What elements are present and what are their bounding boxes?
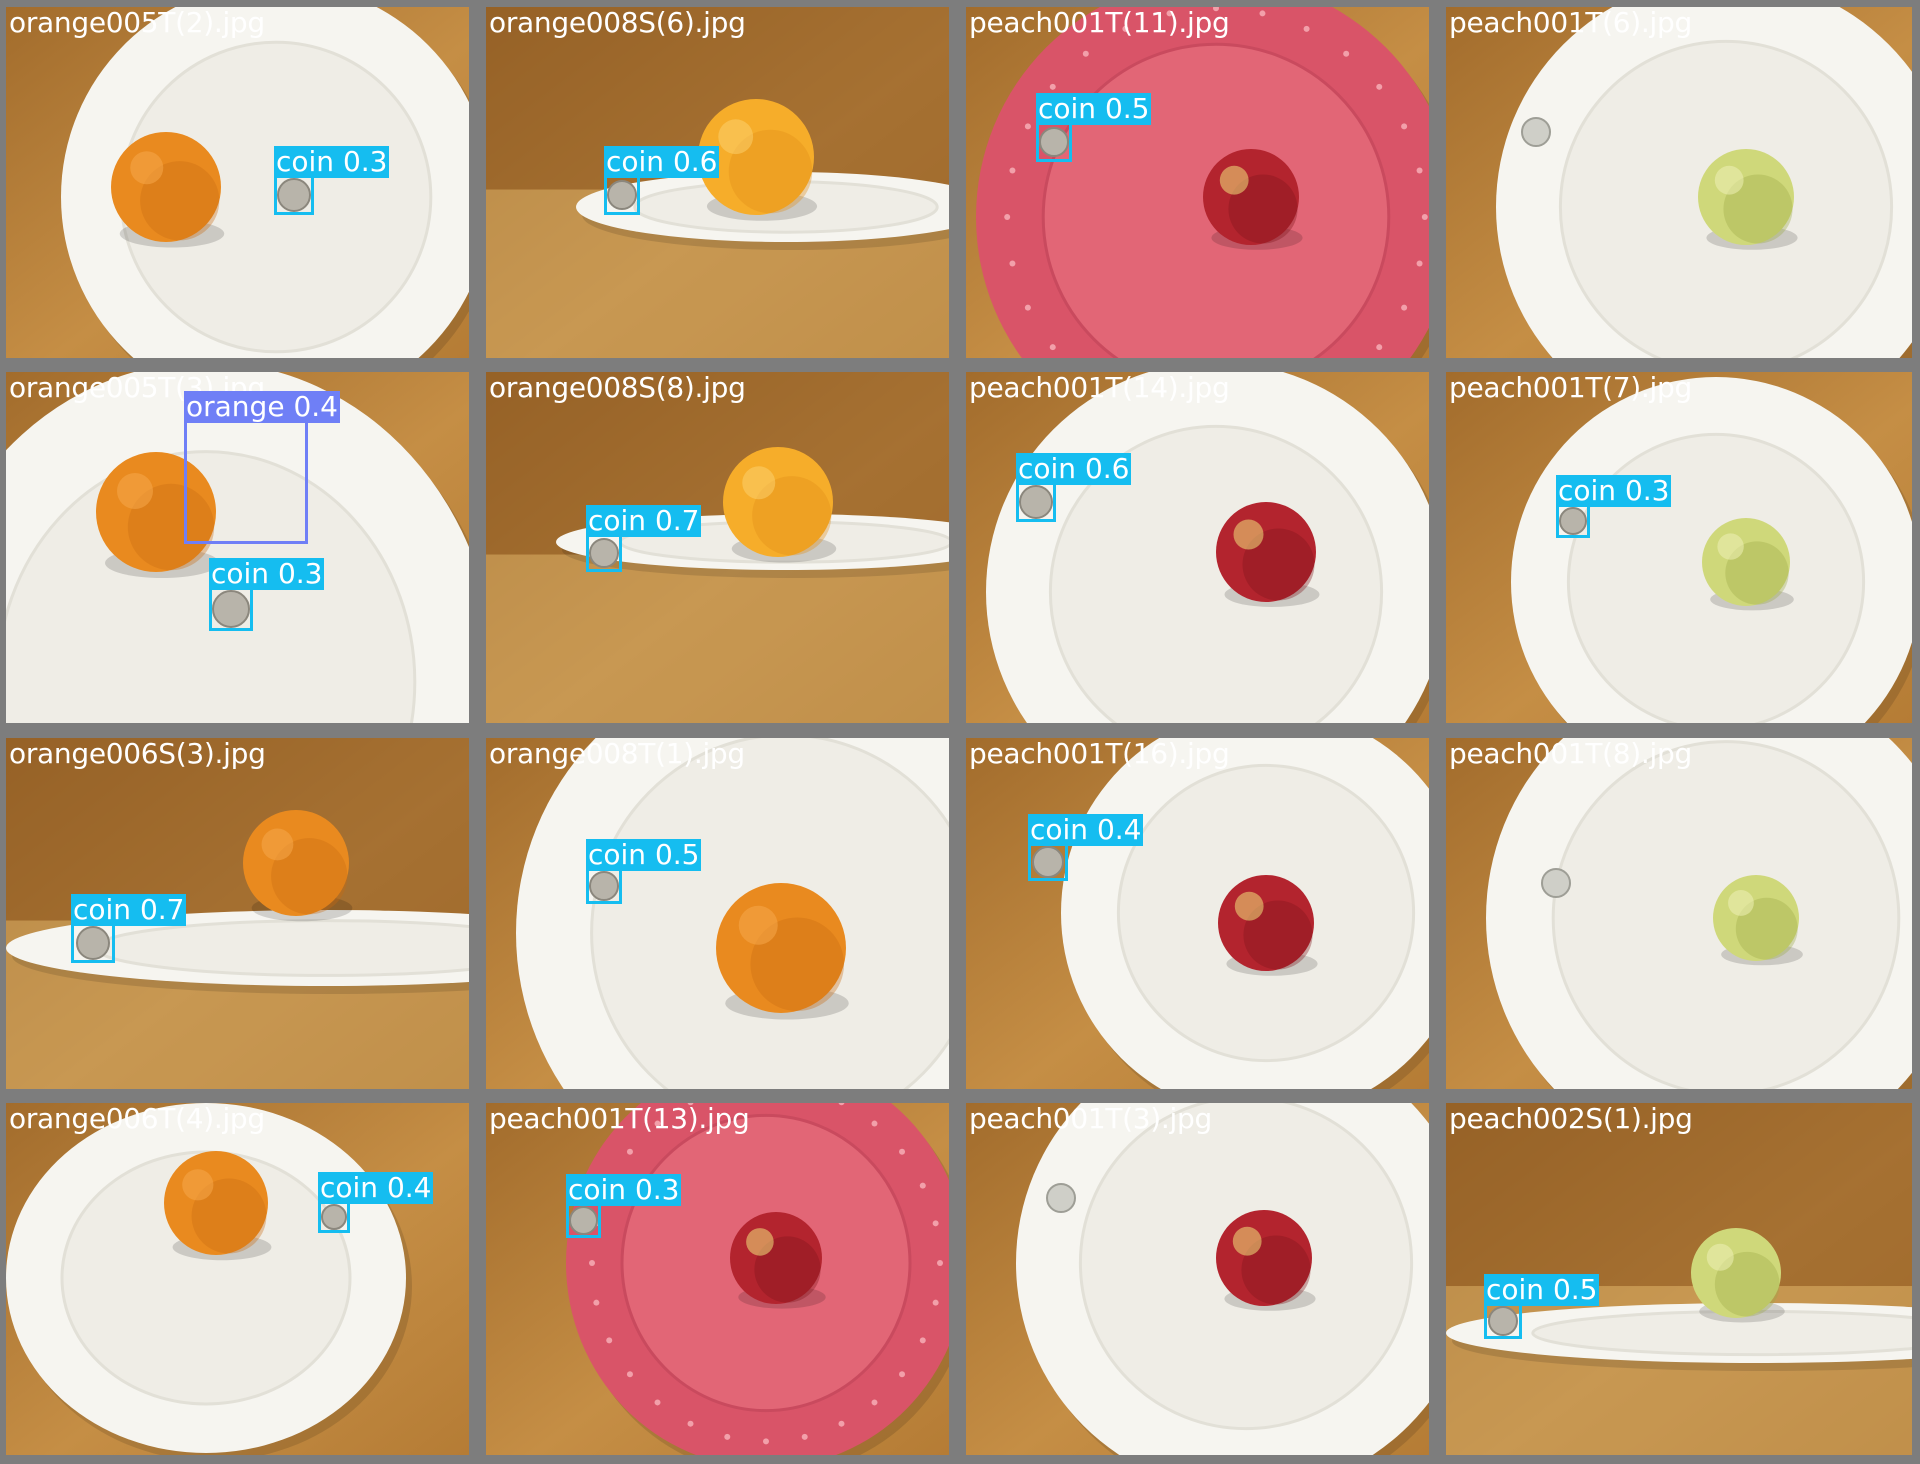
image-tile: peach001T(6).jpg	[1446, 7, 1912, 358]
coin-detection-box: coin 0.3	[209, 558, 325, 631]
detection-label: coin 0.5	[1484, 1273, 1600, 1306]
detection-label: orange 0.4	[184, 390, 340, 423]
coin	[1521, 117, 1551, 147]
photo-scene	[486, 372, 949, 723]
detection-label: coin 0.3	[209, 557, 325, 590]
image-tile: orange008T(1).jpg coin 0.5	[486, 738, 949, 1089]
coin-detection-box: coin 0.4	[1028, 814, 1144, 881]
detection-label: coin 0.3	[274, 145, 390, 178]
orange-detection-box: orange 0.4	[184, 391, 340, 544]
image-filename: peach001T(14).jpg	[969, 372, 1230, 404]
detection-label: coin 0.7	[586, 504, 702, 537]
detection-label: coin 0.6	[604, 145, 720, 178]
image-filename: orange006S(3).jpg	[9, 738, 266, 770]
detection-grid: orange005T(2).jpg coin 0.3 orange008S(6).j…	[0, 0, 1920, 1464]
photo-scene	[1446, 738, 1912, 1089]
coin-detection-box: coin 0.6	[604, 146, 720, 215]
coin-detection-box: coin 0.5	[586, 839, 702, 904]
coin	[1541, 868, 1571, 898]
image-tile: peach001T(13).jpg coin 0.3	[486, 1103, 949, 1455]
image-filename: peach001T(11).jpg	[969, 7, 1230, 39]
detection-label: coin 0.7	[71, 893, 187, 926]
photo-scene	[966, 1103, 1429, 1455]
image-filename: orange005T(2).jpg	[9, 7, 265, 39]
image-filename: orange006T(4).jpg	[9, 1103, 265, 1135]
photo-scene	[486, 7, 949, 358]
image-filename: orange008T(1).jpg	[489, 738, 745, 770]
image-tile: orange006S(3).jpg coin 0.7	[6, 738, 469, 1089]
image-filename: peach001T(8).jpg	[1449, 738, 1692, 770]
image-tile: orange005T(3).jpg orange 0.4 coin 0.3	[6, 372, 469, 723]
photo-scene	[6, 7, 469, 358]
photo-scene	[1446, 372, 1912, 723]
image-filename: peach001T(7).jpg	[1449, 372, 1692, 404]
photo-scene	[1446, 7, 1912, 358]
image-tile: orange006T(4).jpg coin 0.4	[6, 1103, 469, 1455]
image-tile: peach001T(11).jpg coin 0.5	[966, 7, 1429, 358]
plate-center	[94, 919, 469, 977]
image-tile: orange008S(8).jpg coin 0.7	[486, 372, 949, 723]
detection-label: coin 0.4	[1028, 813, 1144, 846]
photo-scene	[966, 7, 1429, 358]
shelf-floor	[486, 554, 949, 723]
coin-detection-box: coin 0.7	[71, 894, 187, 963]
coin-detection-box: coin 0.3	[1556, 475, 1672, 538]
coin-detection-box: coin 0.4	[318, 1172, 434, 1233]
image-filename: peach001T(3).jpg	[969, 1103, 1212, 1135]
coin-detection-box: coin 0.5	[1036, 93, 1152, 162]
image-tile: peach001T(3).jpg	[966, 1103, 1429, 1455]
photo-scene	[486, 738, 949, 1089]
coin	[1046, 1183, 1076, 1213]
photo-scene	[486, 1103, 949, 1455]
image-filename: peach001T(6).jpg	[1449, 7, 1692, 39]
detection-label: coin 0.4	[318, 1171, 434, 1204]
image-tile: peach001T(14).jpg coin 0.6	[966, 372, 1429, 723]
detection-label: coin 0.6	[1016, 452, 1132, 485]
image-tile: orange005T(2).jpg coin 0.3	[6, 7, 469, 358]
photo-scene	[6, 1103, 469, 1455]
image-tile: peach002S(1).jpg coin 0.5	[1446, 1103, 1912, 1455]
photo-scene	[966, 372, 1429, 723]
image-filename: orange008S(6).jpg	[489, 7, 746, 39]
coin-detection-box: coin 0.3	[566, 1174, 682, 1238]
image-tile: peach001T(8).jpg	[1446, 738, 1912, 1089]
coin-detection-box: coin 0.7	[586, 505, 702, 572]
image-tile: peach001T(16).jpg coin 0.4	[966, 738, 1429, 1089]
detection-label: coin 0.3	[1556, 474, 1672, 507]
image-tile: orange008S(6).jpg coin 0.6	[486, 7, 949, 358]
image-filename: peach001T(13).jpg	[489, 1103, 750, 1135]
coin-detection-box: coin 0.3	[274, 146, 390, 215]
image-filename: peach002S(1).jpg	[1449, 1103, 1693, 1135]
detection-label: coin 0.3	[566, 1173, 682, 1206]
photo-scene	[966, 738, 1429, 1089]
coin-detection-box: coin 0.5	[1484, 1274, 1600, 1339]
image-filename: peach001T(16).jpg	[969, 738, 1230, 770]
detection-label: coin 0.5	[1036, 92, 1152, 125]
coin-detection-box: coin 0.6	[1016, 453, 1132, 522]
image-filename: orange008S(8).jpg	[489, 372, 746, 404]
detection-label: coin 0.5	[586, 838, 702, 871]
image-tile: peach001T(7).jpg coin 0.3	[1446, 372, 1912, 723]
